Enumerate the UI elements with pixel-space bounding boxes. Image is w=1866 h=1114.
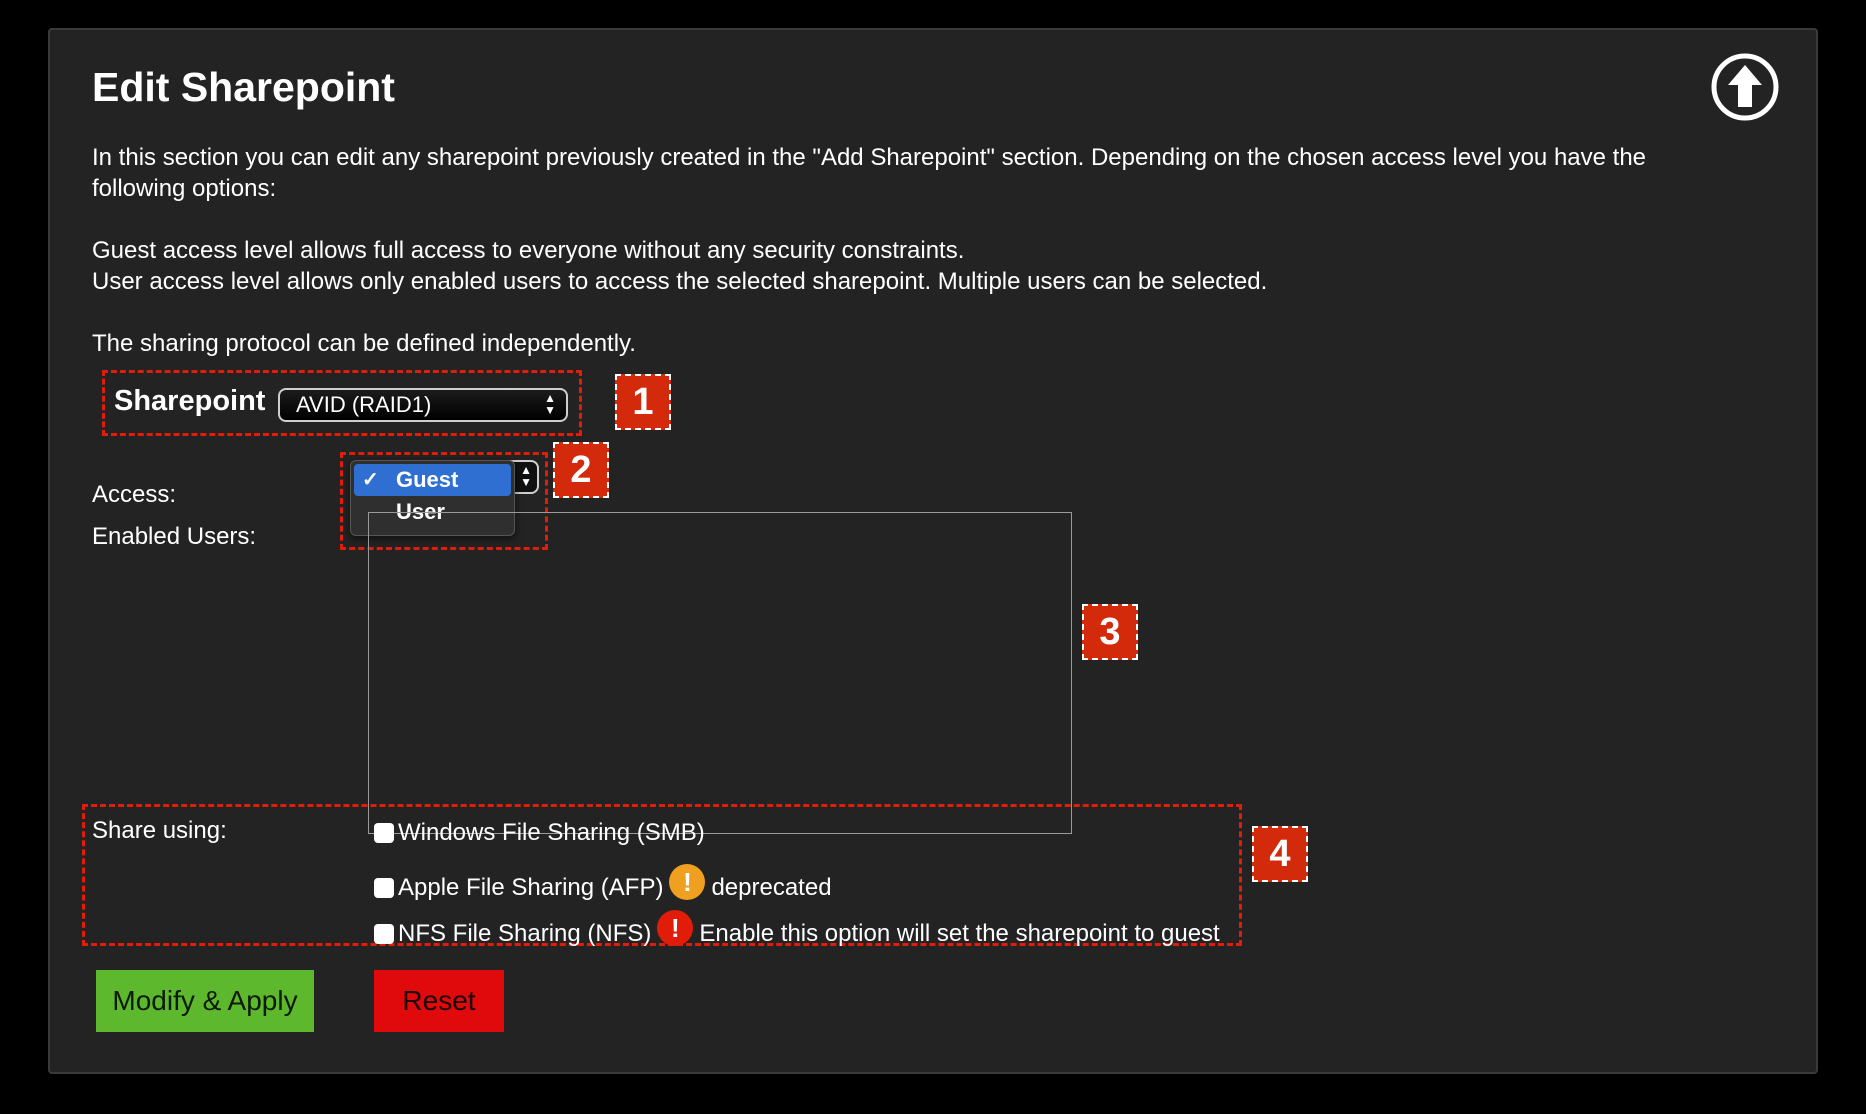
callout-badge-3: 3 bbox=[1082, 604, 1138, 660]
sharepoint-select[interactable]: AVID (RAID1) ▲ ▼ bbox=[278, 388, 568, 422]
afp-option: Apple File Sharing (AFP)! deprecated bbox=[374, 864, 832, 903]
nfs-checkbox[interactable] bbox=[374, 924, 394, 944]
afp-deprecated-note: deprecated bbox=[711, 874, 832, 901]
exclamation-circle-icon: ! bbox=[657, 910, 694, 946]
nfs-guest-note: Enable this option will set the sharepoi… bbox=[699, 920, 1220, 947]
enabled-users-list[interactable] bbox=[368, 512, 1072, 834]
nfs-label: NFS File Sharing (NFS) bbox=[398, 920, 652, 947]
callout-badge-2: 2 bbox=[553, 442, 609, 498]
intro-paragraph: In this section you can edit any sharepo… bbox=[92, 144, 1647, 202]
afp-checkbox[interactable] bbox=[374, 878, 394, 898]
sharepoint-label: Sharepoint bbox=[114, 385, 266, 417]
arrow-up-circle-icon[interactable] bbox=[1710, 52, 1780, 122]
modify-apply-button[interactable]: Modify & Apply bbox=[96, 970, 314, 1032]
exclamation-circle-icon: ! bbox=[669, 864, 706, 900]
smb-checkbox[interactable] bbox=[374, 823, 394, 843]
enabled-users-label: Enabled Users: bbox=[92, 523, 257, 550]
smb-label: Windows File Sharing (SMB) bbox=[398, 819, 705, 846]
share-using-label: Share using: bbox=[92, 817, 227, 844]
protocol-description: The sharing protocol can be defined inde… bbox=[92, 330, 636, 357]
callout-badge-4: 4 bbox=[1252, 826, 1308, 882]
user-description: User access level allows only enabled us… bbox=[92, 268, 1268, 295]
access-label: Access: bbox=[92, 481, 177, 508]
select-arrows-icon: ▲ ▼ bbox=[544, 391, 556, 417]
nfs-option: NFS File Sharing (NFS)! Enable this optio… bbox=[374, 910, 1220, 949]
reset-button[interactable]: Reset bbox=[374, 970, 504, 1032]
callout-badge-1: 1 bbox=[615, 374, 671, 430]
edit-sharepoint-panel: Edit Sharepoint In this section you can … bbox=[48, 28, 1818, 1074]
page-title: Edit Sharepoint bbox=[92, 64, 395, 110]
afp-label: Apple File Sharing (AFP) bbox=[398, 874, 664, 901]
smb-option: Windows File Sharing (SMB) bbox=[374, 818, 705, 848]
guest-description: Guest access level allows full access to… bbox=[92, 237, 965, 264]
sharepoint-selected-value: AVID (RAID1) bbox=[296, 392, 432, 417]
